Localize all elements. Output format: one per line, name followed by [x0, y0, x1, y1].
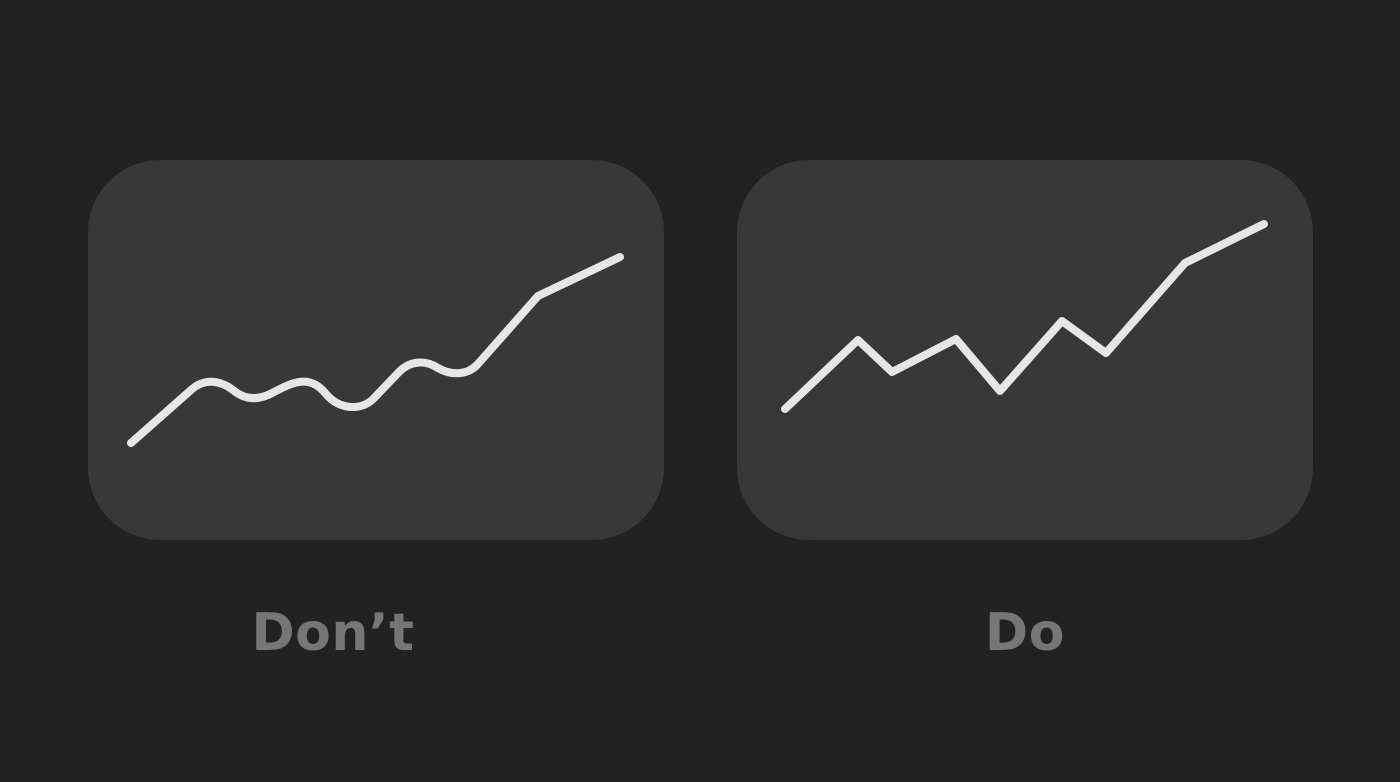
do-chart: [781, 220, 1268, 413]
dont-example-panel: [88, 160, 664, 540]
smooth-trend-line: [127, 253, 624, 447]
dont-label: Don’t: [251, 603, 415, 663]
do-example-panel: [737, 160, 1313, 540]
comparison-diagram: Don’t Do: [0, 0, 1400, 782]
dont-chart: [127, 253, 624, 447]
segmented-trend-line: [781, 220, 1268, 413]
do-label: Do: [985, 603, 1065, 663]
